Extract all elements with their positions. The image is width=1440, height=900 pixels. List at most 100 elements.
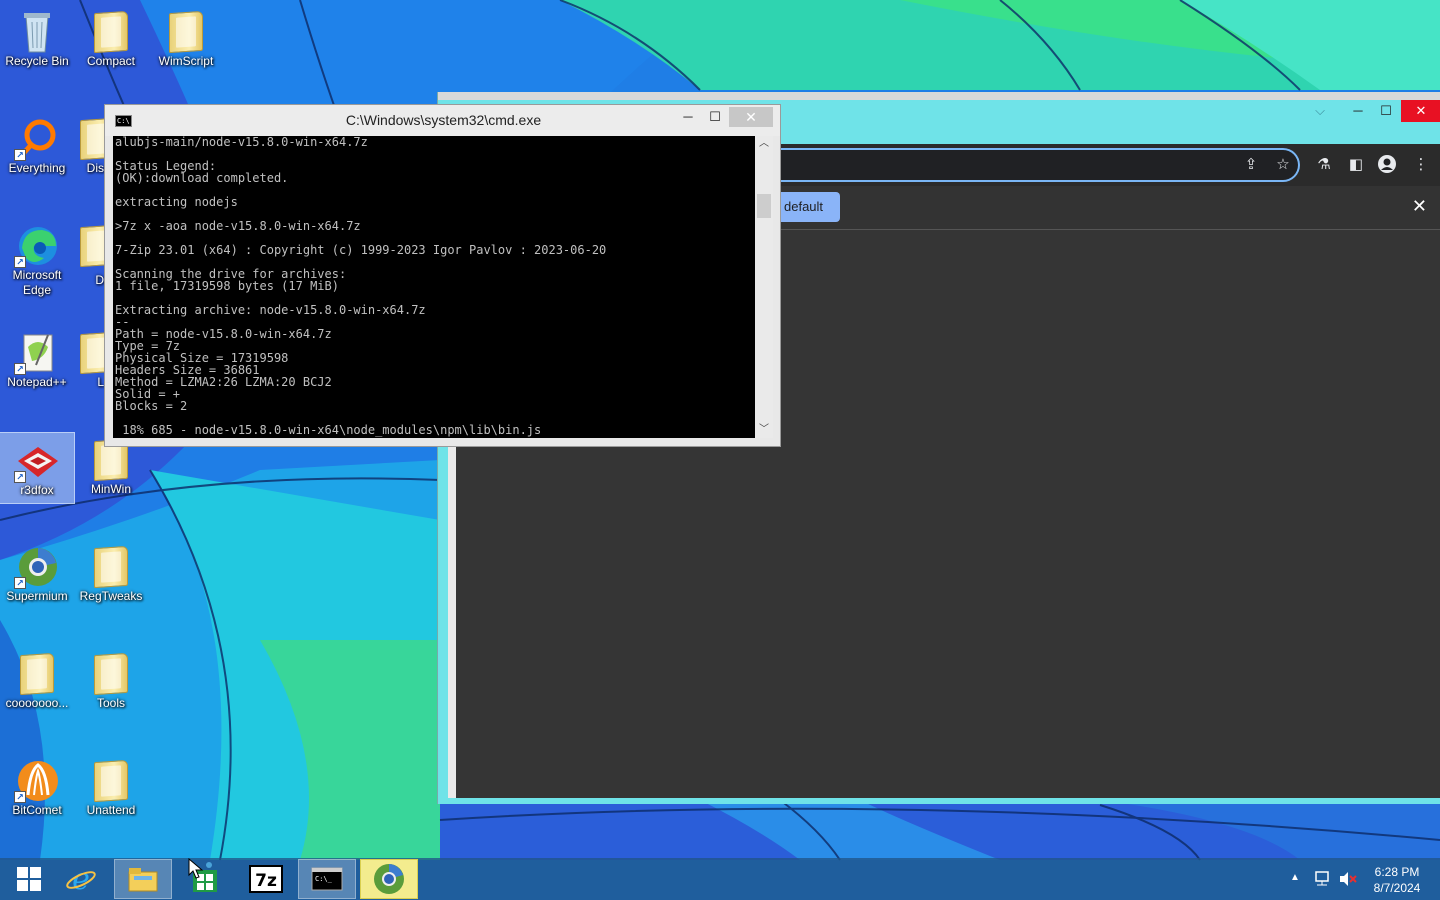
- system-clock[interactable]: 6:28 PM 8/7/2024: [1364, 864, 1430, 896]
- folder-icon: [163, 8, 209, 54]
- icon-label: Supermium: [6, 589, 68, 603]
- icon-label: Recycle Bin: [5, 54, 69, 68]
- desktop-icon-bitcomet[interactable]: ↗ BitComet: [0, 753, 74, 823]
- console-line: Extracting archive: node-v15.8.0-win-x64…: [115, 303, 426, 317]
- supermium-icon: ↗: [14, 543, 60, 589]
- profile-avatar-icon[interactable]: [1376, 154, 1398, 176]
- browser-toolbar: ⇪ ☆ ⚗ ◧ ⋮: [778, 144, 1440, 186]
- folder-icon: [88, 650, 134, 696]
- console-line: Path = node-v15.8.0-win-x64.7z: [115, 327, 332, 341]
- desktop-icon-microsoft-edge[interactable]: ↗ Microsoft Edge: [0, 218, 74, 302]
- cmd-window[interactable]: C:\ C:\Windows\system32\cmd.exe ─ ☐ ✕ al…: [104, 104, 781, 447]
- desktop-icon-cooooooo[interactable]: cooooooo...: [0, 646, 74, 716]
- tab-search-chevron-icon[interactable]: ⌵: [1306, 100, 1334, 122]
- desktop-icon-recycle-bin[interactable]: Recycle Bin: [0, 4, 74, 74]
- icon-label: r3dfox: [20, 483, 54, 497]
- icon-label: Everything: [8, 161, 66, 175]
- clock-time: 6:28 PM: [1374, 865, 1420, 879]
- supermium-icon: [374, 864, 404, 894]
- taskbar-internet-explorer[interactable]: e: [52, 859, 110, 899]
- desktop-icon-r3dfox[interactable]: ↗ r3dfox: [0, 432, 75, 504]
- file-explorer-icon: [128, 868, 158, 892]
- info-bar: default ✕: [778, 186, 1440, 230]
- desktop-icon-notepad-plus-plus[interactable]: ↗ Notepad++: [0, 325, 74, 395]
- taskbar-command-prompt[interactable]: C:\_: [298, 859, 356, 899]
- desktop-icon-everything[interactable]: ↗ Everything: [0, 111, 74, 181]
- shortcut-arrow-icon: ↗: [14, 363, 26, 375]
- shortcut-arrow-icon: ↗: [14, 577, 26, 589]
- volume-muted-icon[interactable]: [1338, 870, 1358, 900]
- minimize-button[interactable]: ─: [675, 107, 701, 127]
- desktop-icon-d[interactable]: D: [74, 218, 104, 288]
- r3dfox-icon: ↗: [14, 437, 60, 483]
- cmd-titlebar[interactable]: C:\ C:\Windows\system32\cmd.exe ─ ☐ ✕: [105, 105, 780, 136]
- recycle-bin-icon: [14, 8, 60, 54]
- menu-kebab-icon[interactable]: ⋮: [1410, 154, 1432, 176]
- icon-label: WimScript: [158, 54, 214, 68]
- taskbar: e 7z C:\_ ▲ 6:28 PM 8/7/2024: [0, 858, 1440, 900]
- desktop-icon-regtweaks[interactable]: RegTweaks: [74, 539, 148, 609]
- close-button[interactable]: ✕: [1401, 100, 1440, 122]
- extensions-flask-icon[interactable]: ⚗: [1313, 154, 1335, 176]
- console-line: 1 file, 17319598 bytes (17 MiB): [115, 279, 339, 293]
- console-line: 7-Zip 23.01 (x64) : Copyright (c) 1999-2…: [115, 243, 607, 257]
- everything-search-icon: ↗: [14, 115, 60, 161]
- console-line: extracting nodejs: [115, 195, 238, 209]
- bookmark-star-icon[interactable]: ☆: [1272, 154, 1294, 176]
- icon-label: Compact: [86, 54, 136, 68]
- icon-label: BitComet: [12, 803, 62, 817]
- desktop-icon-dis[interactable]: Dis: [74, 111, 104, 181]
- edge-icon: ↗: [14, 222, 60, 268]
- show-hidden-icons-chevron-icon[interactable]: ▲: [1290, 872, 1300, 900]
- folder-icon: [88, 8, 134, 54]
- folder-icon: [74, 222, 104, 268]
- icon-label: Dis: [86, 161, 104, 175]
- folder-icon: [74, 115, 104, 161]
- console-output[interactable]: alubjs-main/node-v15.8.0-win-x64.7z Statu…: [113, 136, 755, 438]
- desktop-icon-wimscript[interactable]: WimScript: [149, 4, 223, 74]
- desktop-icon-compact[interactable]: Compact: [74, 4, 148, 74]
- icon-label: cooooooo...: [5, 696, 69, 710]
- icon-label: L: [97, 375, 104, 389]
- icon-label: D: [95, 273, 104, 287]
- desktop-icon-supermium[interactable]: ↗ Supermium: [0, 539, 74, 609]
- maximize-button[interactable]: ☐: [702, 107, 728, 127]
- icon-label: RegTweaks: [79, 589, 143, 603]
- side-panel-icon[interactable]: ◧: [1345, 154, 1367, 176]
- desktop-icon-tools[interactable]: Tools: [74, 646, 148, 716]
- scroll-up-arrow-icon[interactable]: ︿: [755, 136, 773, 152]
- background-window-edge: [438, 92, 1440, 100]
- set-default-button[interactable]: default: [778, 192, 840, 222]
- desktop-icon-l[interactable]: L: [74, 325, 104, 395]
- svg-text:e: e: [72, 862, 90, 896]
- scroll-down-arrow-icon[interactable]: ﹀: [755, 422, 773, 438]
- 7zip-icon: 7z: [249, 865, 283, 893]
- scrollbar-thumb[interactable]: [757, 194, 771, 218]
- shortcut-arrow-icon: ↗: [14, 791, 26, 803]
- close-button[interactable]: ✕: [729, 107, 773, 127]
- notepad-plus-plus-icon: ↗: [14, 329, 60, 375]
- minimize-button[interactable]: ─: [1344, 100, 1372, 122]
- icon-label: MinWin: [90, 482, 131, 496]
- console-line: Blocks = 2: [115, 399, 188, 413]
- internet-explorer-icon: e: [66, 862, 96, 896]
- network-icon[interactable]: [1312, 870, 1332, 900]
- console-line: Method = LZMA2:26 LZMA:20 BCJ2: [115, 375, 332, 389]
- console-scrollbar[interactable]: ︿ ﹀: [755, 136, 773, 438]
- console-line: alubjs-main/node-v15.8.0-win-x64.7z: [115, 136, 368, 149]
- svg-text:C:\_: C:\_: [315, 875, 333, 883]
- shortcut-arrow-icon: ↗: [14, 471, 26, 483]
- icon-label: Microsoft Edge: [12, 268, 62, 297]
- address-bar[interactable]: [778, 148, 1300, 182]
- taskbar-store[interactable]: [175, 859, 233, 899]
- taskbar-7zip[interactable]: 7z: [237, 859, 295, 899]
- start-button[interactable]: [0, 859, 58, 899]
- taskbar-supermium[interactable]: [360, 859, 418, 899]
- infobar-close-icon[interactable]: ✕: [1412, 196, 1427, 217]
- bitcomet-icon: ↗: [14, 757, 60, 803]
- folder-icon: [74, 329, 104, 375]
- maximize-button[interactable]: ☐: [1372, 100, 1400, 122]
- share-icon[interactable]: ⇪: [1240, 154, 1262, 176]
- desktop-icon-unattend[interactable]: Unattend: [74, 753, 148, 823]
- taskbar-file-explorer[interactable]: [114, 859, 172, 899]
